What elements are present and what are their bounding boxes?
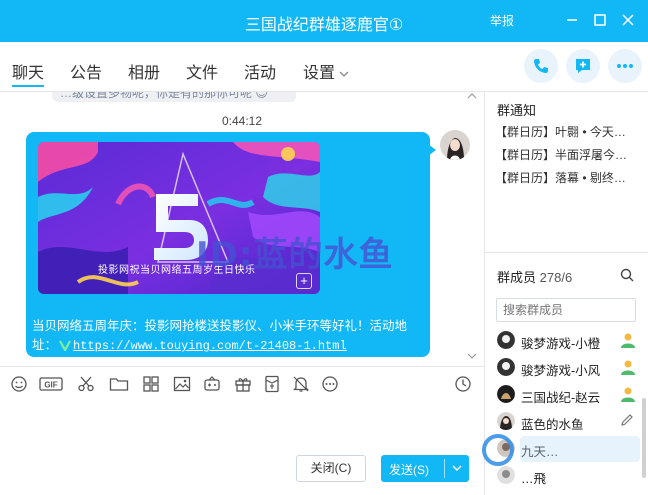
tab-announcement[interactable]: 公告 — [70, 59, 102, 83]
more-dots-icon — [617, 64, 633, 68]
tab-album[interactable]: 相册 — [128, 59, 160, 83]
gift-icon[interactable] — [234, 375, 252, 393]
tab-chat[interactable]: 聊天 — [12, 59, 45, 87]
maximize-icon[interactable] — [590, 10, 610, 30]
tab-files[interactable]: 文件 — [186, 59, 218, 83]
member-name: 骏梦游戏-小橙 — [521, 337, 601, 351]
id-watermark: ID:蓝的水鱼 — [196, 235, 394, 275]
history-clock-icon[interactable] — [454, 375, 472, 393]
emoji-icon[interactable] — [10, 375, 28, 393]
input-toolbar: GIF — [0, 366, 484, 400]
add-message-button[interactable] — [566, 49, 600, 83]
send-divider — [444, 459, 445, 478]
message-timestamp: 0:44:12 — [221, 114, 263, 128]
member-search-input[interactable] — [496, 298, 636, 322]
title-bar: 三国战纪群雄逐鹿官① 举报 — [0, 0, 648, 42]
admin-icon — [621, 387, 635, 402]
gif-icon[interactable]: GIF — [39, 375, 63, 393]
divider — [485, 252, 648, 253]
group-notice-title: 群通知 — [497, 103, 537, 118]
message-text: 当贝网络五周年庆：投影网抢楼送投影仪、小米手环等好礼！活动地址： https://… — [32, 317, 427, 356]
image-icon[interactable] — [173, 375, 191, 393]
message-input[interactable]: 关闭(C) 发送(S) — [0, 400, 484, 495]
activity-link[interactable]: https://www.touying.com/t-21408-1.html — [73, 339, 347, 353]
bell-icon[interactable] — [292, 375, 310, 393]
tab-activities[interactable]: 活动 — [244, 59, 276, 83]
close-button[interactable]: 关闭(C) — [296, 455, 366, 482]
notice-item[interactable]: 【群日历】叶翾 • 今天… — [495, 123, 645, 140]
verified-v-icon — [59, 340, 71, 351]
avatar — [497, 331, 515, 349]
admin-icon — [621, 360, 635, 375]
member-name: 三国战纪-赵云 — [521, 391, 601, 405]
members-label: 群成员 — [497, 270, 537, 285]
chat-plus-icon — [576, 59, 590, 73]
gamepad-icon[interactable] — [203, 375, 221, 393]
chevron-down-icon[interactable] — [451, 464, 463, 473]
tab-settings-label: 设置 — [303, 65, 336, 82]
avatar — [497, 358, 515, 376]
scissors-icon[interactable] — [77, 375, 95, 393]
tab-settings[interactable]: 设置 — [303, 59, 349, 83]
notice-item[interactable]: 【群日历】半面浮屠今… — [495, 146, 645, 163]
previous-message: …级设置多物呢，你是有的那你可呢 😊 — [52, 92, 296, 102]
admin-icon — [621, 333, 635, 348]
members-title: 群成员 278/6 — [497, 267, 572, 286]
site-watermark-logo — [482, 434, 640, 466]
member-item[interactable]: 骏梦游戏-小橙 — [497, 330, 648, 352]
collapse-down-icon[interactable] — [466, 352, 478, 360]
members-count: 278/6 — [539, 270, 573, 285]
tab-bar: 聊天 公告 相册 文件 活动 设置 — [0, 42, 648, 92]
close-icon[interactable] — [618, 10, 638, 30]
member-name: 骏梦游戏-小风 — [521, 364, 601, 378]
more-button[interactable] — [608, 49, 642, 83]
more-tools-icon[interactable] — [321, 375, 339, 393]
search-icon[interactable] — [620, 268, 634, 282]
send-button-label: 发送(S) — [389, 463, 429, 477]
notice-item[interactable]: 【群日历】落幕 • 剔终… — [495, 169, 645, 186]
screenshot-tool-icon[interactable] — [142, 375, 160, 393]
report-link[interactable]: 举报 — [490, 12, 514, 29]
red-packet-icon[interactable] — [263, 375, 281, 393]
avatar[interactable] — [440, 130, 470, 160]
send-button[interactable]: 发送(S) — [381, 455, 469, 482]
window-title: 三国战纪群雄逐鹿官① — [244, 17, 404, 34]
member-item[interactable]: 骏梦游戏-小风 — [497, 357, 648, 379]
folder-icon[interactable] — [109, 375, 129, 393]
collapse-up-icon[interactable] — [466, 92, 478, 100]
member-item[interactable]: 三国战纪-赵云 — [497, 384, 648, 406]
call-button[interactable] — [524, 49, 558, 83]
edit-pencil-icon[interactable] — [619, 412, 635, 428]
svg-text:GIF: GIF — [44, 381, 57, 390]
phone-icon — [534, 59, 548, 73]
avatar — [497, 385, 515, 403]
chevron-down-icon — [339, 71, 349, 77]
minimize-icon[interactable] — [562, 10, 582, 30]
